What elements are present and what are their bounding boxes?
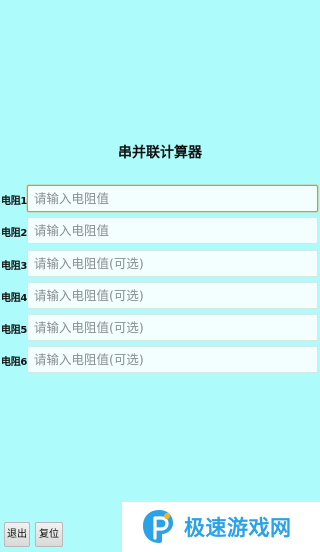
resistor-row-3: 电阻3: — [0, 250, 320, 277]
page-title: 串并联计算器 — [118, 145, 202, 161]
watermark-text: 极速游戏网 — [184, 516, 292, 540]
resistor-row-4: 电阻4: — [0, 282, 320, 309]
p-logo-icon — [143, 510, 173, 543]
exit-button[interactable]: 退出 — [4, 522, 30, 547]
resistor-5-input[interactable] — [27, 314, 318, 341]
resistor-3-input[interactable] — [27, 250, 318, 277]
resistor-row-2: 电阻2: — [0, 217, 320, 244]
watermark: 极速游戏网 — [122, 502, 320, 552]
resistor-row-6: 电阻6: — [0, 346, 320, 373]
resistor-row-1: 电阻1: — [0, 185, 320, 212]
resistor-6-input[interactable] — [27, 346, 318, 373]
resistor-row-5: 电阻5: — [0, 314, 320, 341]
resistor-2-input[interactable] — [27, 217, 318, 244]
reset-button[interactable]: 复位 — [35, 522, 63, 547]
resistor-1-input[interactable] — [27, 185, 318, 212]
resistor-4-input[interactable] — [27, 282, 318, 309]
